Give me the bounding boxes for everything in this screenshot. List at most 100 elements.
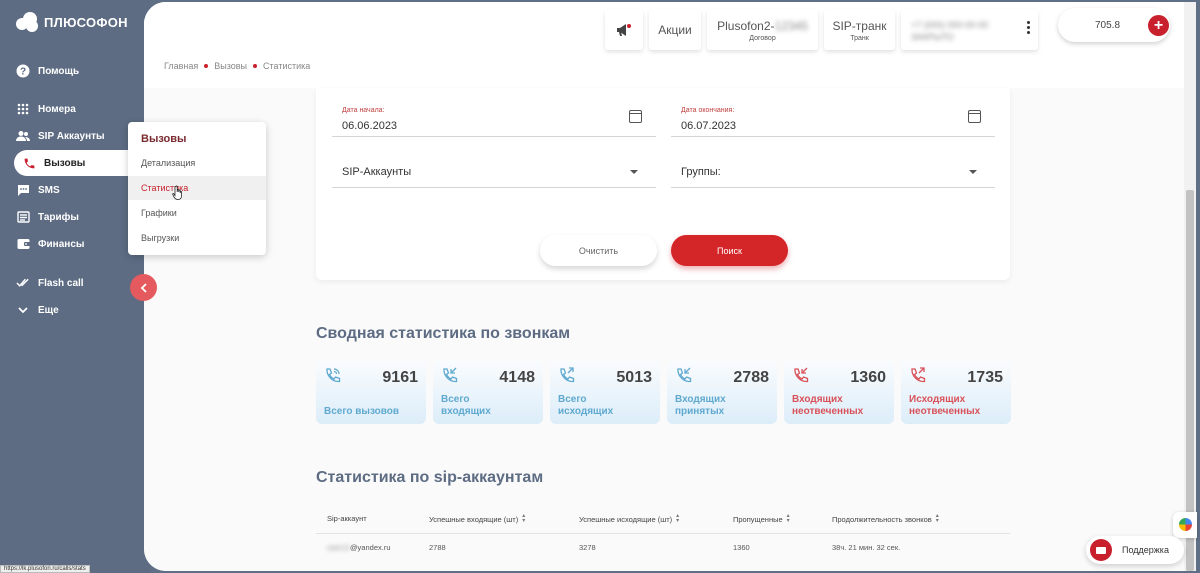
more-vertical-icon[interactable] <box>1027 21 1030 34</box>
content-area: Акции Plusofon2-12345 Договор SIP-транк … <box>144 2 1184 571</box>
sidebar: ПЛЮСОФОН ? Помощь Номера SIP Аккаунты Вы… <box>0 0 150 573</box>
hand-cursor-icon <box>172 185 182 200</box>
stat-card: 1735 Исходящих неотвеченных <box>901 360 1011 424</box>
sidebar-item-label: Еще <box>38 304 59 316</box>
balance-widget[interactable]: 705.8 + <box>1058 8 1170 42</box>
assistant-icon <box>1179 518 1192 531</box>
stat-value: 2788 <box>733 369 769 386</box>
account-number: +7 (000) 000-00-00 <box>911 20 989 30</box>
announcements-button[interactable] <box>605 10 643 50</box>
stat-card: 9161 Всего вызовов <box>316 360 426 424</box>
contract-name: Plusofon2-12345 <box>717 18 808 33</box>
assistant-widget[interactable] <box>1173 512 1197 538</box>
stat-label: Всего исходящих <box>558 394 614 417</box>
stat-label: Всего входящих <box>441 394 491 417</box>
sidebar-item-flash-call[interactable]: Flash call <box>16 271 84 295</box>
start-date-field[interactable]: Дата начала: 06.06.2023 <box>332 104 656 137</box>
calendar-icon[interactable] <box>629 110 642 123</box>
collapse-sidebar-button[interactable] <box>130 274 157 301</box>
sidebar-item-tariffs[interactable]: Тарифы <box>16 205 79 229</box>
sidebar-item-more[interactable]: Еще <box>16 298 59 322</box>
sidebar-item-label: SMS <box>38 184 60 196</box>
breadcrumb: Главная Вызовы Статистика <box>164 61 310 71</box>
column-header-incoming[interactable]: Успешные входящие (шт) ▴ ▾ <box>429 513 525 524</box>
stat-value: 9161 <box>382 369 418 386</box>
groups-placeholder: Группы: <box>681 166 721 178</box>
stat-label: Исходящих неотвеченных <box>909 394 981 417</box>
sidebar-item-label: SIP Аккаунты <box>38 130 105 142</box>
chevron-down-icon <box>16 303 30 317</box>
stat-value: 1735 <box>967 369 1003 386</box>
column-header-outgoing[interactable]: Успешные исходящие (шт) ▴ ▾ <box>579 513 679 524</box>
sidebar-item-label: Тарифы <box>38 211 79 223</box>
breadcrumb-home[interactable]: Главная <box>164 61 198 71</box>
end-date-value: 06.07.2023 <box>681 120 737 132</box>
table-cell-duration: 38ч. 21 мин. 32 сек. <box>832 543 901 552</box>
sidebar-item-label: Вызовы <box>44 157 86 169</box>
sort-icon[interactable]: ▴ ▾ <box>936 513 939 524</box>
main-panel: Акции Plusofon2-12345 Договор SIP-транк … <box>144 2 1196 571</box>
sidebar-item-sms[interactable]: SMS <box>16 178 60 202</box>
phone-icon <box>326 368 341 383</box>
svg-text:?: ? <box>20 67 26 78</box>
top-bar: Акции Plusofon2-12345 Договор SIP-транк … <box>144 2 1184 88</box>
phone-icon <box>22 156 36 170</box>
tariffs-icon <box>16 210 30 224</box>
end-date-field[interactable]: Дата окончания: 06.07.2023 <box>671 104 995 137</box>
calendar-icon[interactable] <box>968 110 981 123</box>
stat-label: Входящих неотвеченных <box>792 394 864 417</box>
caret-down-icon <box>969 170 977 174</box>
sort-icon[interactable]: ▴ ▾ <box>787 513 790 524</box>
start-date-value: 06.06.2023 <box>342 120 398 132</box>
sip-stats-title: Статистика по sip-аккаунтам <box>316 469 544 486</box>
sidebar-item-help[interactable]: ? Помощь <box>16 59 79 83</box>
sip-accounts-select[interactable]: SIP-Аккаунты <box>332 156 656 188</box>
support-button[interactable]: Поддержка <box>1086 536 1184 564</box>
breadcrumb-calls[interactable]: Вызовы <box>214 61 247 71</box>
phone-incoming-icon <box>677 367 692 383</box>
submenu-item-exports[interactable]: Выгрузки <box>128 226 266 250</box>
table-cell-account: user12@yandex.ru <box>327 543 391 552</box>
phone-missed-icon <box>794 367 809 383</box>
table-divider <box>316 533 1010 534</box>
trunk-name: SIP-транк <box>832 18 887 33</box>
chat-icon <box>1090 539 1112 561</box>
submenu-item-charts[interactable]: Графики <box>128 201 266 225</box>
trunk-button[interactable]: SIP-транк Транк <box>824 10 895 50</box>
calls-submenu: Вызовы Детализация Статистика Графики Вы… <box>128 122 266 255</box>
breadcrumb-current: Статистика <box>263 61 311 71</box>
sms-icon <box>16 183 30 197</box>
sidebar-item-label: Flash call <box>38 277 84 289</box>
megaphone-icon <box>617 24 631 36</box>
sidebar-item-label: Финансы <box>38 238 85 250</box>
users-icon <box>16 129 30 143</box>
table-cell-incoming: 2788 <box>429 543 446 552</box>
sort-icon[interactable]: ▴ ▾ <box>522 513 525 524</box>
sort-icon[interactable]: ▴ ▾ <box>676 513 679 524</box>
add-funds-button[interactable]: + <box>1148 15 1169 36</box>
clear-button[interactable]: Очистить <box>540 235 657 266</box>
grid-icon <box>16 102 30 116</box>
contract-button[interactable]: Plusofon2-12345 Договор <box>707 10 818 50</box>
column-header-missed[interactable]: Пропущенные ▴ ▾ <box>733 513 790 524</box>
table-cell-outgoing: 3278 <box>579 543 596 552</box>
sidebar-item-finance[interactable]: Финансы <box>16 232 84 256</box>
groups-select[interactable]: Группы: <box>671 156 995 188</box>
contract-sub: Договор <box>749 34 776 42</box>
logo[interactable]: ПЛЮСОФОН <box>16 12 128 32</box>
promo-label: Акции <box>658 23 692 37</box>
trunk-sub: Транк <box>850 34 869 42</box>
promo-button[interactable]: Акции <box>649 10 701 50</box>
sidebar-item-numbers[interactable]: Номера <box>16 97 76 121</box>
account-card[interactable]: +7 (000) 000-00-00 ЗАКРЫТО <box>901 10 1038 50</box>
sidebar-item-sip-accounts[interactable]: SIP Аккаунты <box>16 124 105 148</box>
summary-title: Сводная статистика по звонкам <box>316 325 571 342</box>
filter-card: Дата начала: 06.06.2023 Дата окончания: … <box>316 88 1010 280</box>
submenu-item-details[interactable]: Детализация <box>128 151 266 175</box>
logo-text: ПЛЮСОФОН <box>44 14 128 30</box>
logo-icon <box>16 12 38 32</box>
column-header-duration[interactable]: Продолжительность звонков ▴ ▾ <box>832 513 939 524</box>
search-button[interactable]: Поиск <box>671 235 788 266</box>
submenu-item-statistics[interactable]: Статистика <box>128 176 266 200</box>
phone-incoming-icon <box>443 367 458 383</box>
